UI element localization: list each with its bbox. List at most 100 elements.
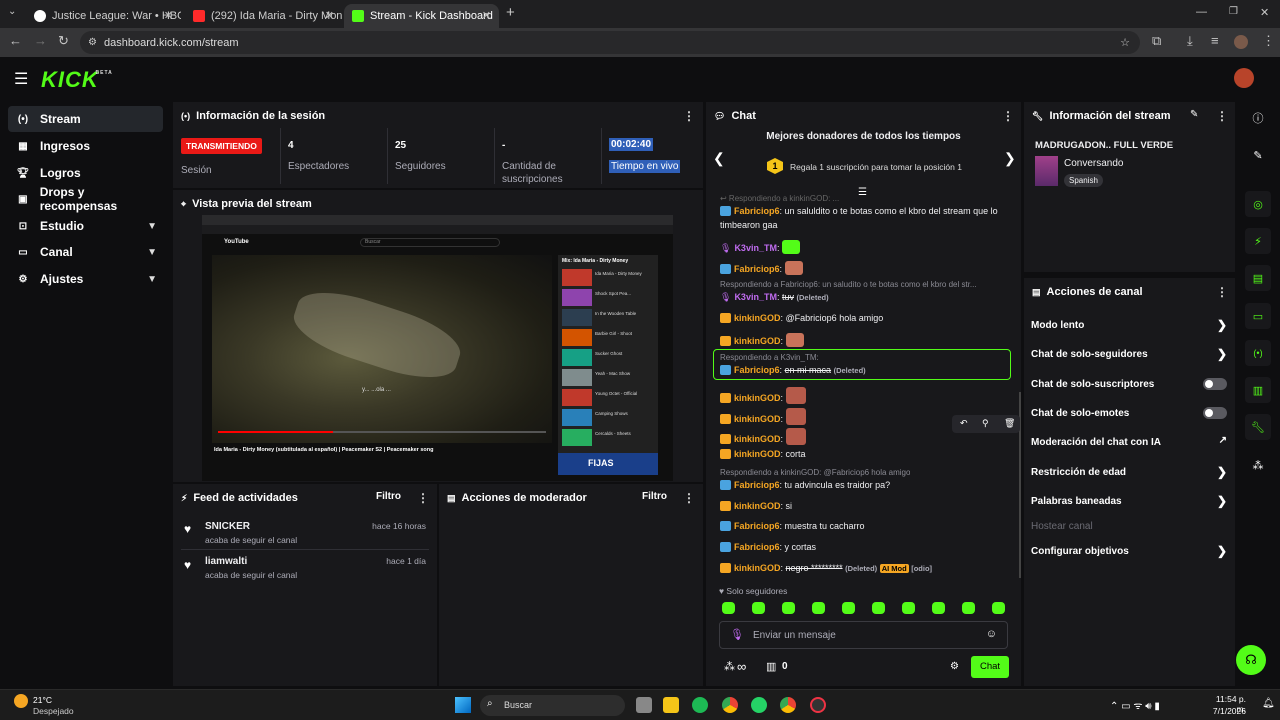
- chat-username[interactable]: Fabriciop6: [734, 365, 780, 375]
- chat-username[interactable]: kinkinGOD: [734, 563, 781, 573]
- windows-start-icon[interactable]: [455, 697, 471, 713]
- bolt-icon[interactable]: ⚡︎: [1245, 228, 1271, 254]
- kebab-menu-icon[interactable]: ⋮: [1216, 285, 1228, 299]
- task-view-icon[interactable]: [636, 697, 652, 713]
- system-tray-icons[interactable]: ⌃ ▭ ᯤ 🔊︎ ▮: [1110, 698, 1160, 712]
- emote-shortcut[interactable]: [992, 602, 1005, 614]
- chat-username[interactable]: Fabriciop6: [734, 542, 780, 552]
- yt-list-item[interactable]: Ida Maria - Dirty Money: [562, 269, 654, 286]
- user-avatar[interactable]: [1234, 68, 1254, 88]
- action-slow-mode[interactable]: Modo lento ❯: [1031, 318, 1227, 332]
- layout-icon[interactable]: ▥: [1245, 377, 1271, 403]
- app-icon[interactable]: [810, 697, 826, 713]
- wrench-icon[interactable]: 🔧︎: [1245, 414, 1271, 440]
- send-chat-button[interactable]: Chat: [971, 656, 1009, 678]
- yt-list-item[interactable]: Shock Spot Pea...: [562, 289, 654, 306]
- chrome-icon[interactable]: [722, 697, 738, 713]
- chevron-right-icon[interactable]: ❯: [1004, 150, 1016, 167]
- sidebar-item-estudio[interactable]: ⊡ Estudio ▼: [8, 213, 163, 239]
- minimize-icon[interactable]: —: [1196, 6, 1207, 18]
- yt-list-item[interactable]: Barbie Girl - Shoot: [562, 329, 654, 346]
- edit-pencil-icon[interactable]: ✎: [1190, 109, 1198, 120]
- camera-icon[interactable]: ◎: [1245, 191, 1271, 217]
- tab-search-icon[interactable]: ⌄: [8, 6, 16, 17]
- chat-username[interactable]: Fabriciop6: [734, 521, 780, 531]
- browser-tab-youtube[interactable]: (292) Ida Maria - Dirty Money ( ✕: [185, 4, 342, 28]
- maximize-icon[interactable]: ❐: [1229, 6, 1238, 17]
- chat-username[interactable]: K3vin_TM: [734, 243, 777, 253]
- stream-video[interactable]: YouTube Buscar y... ...ola ... Ida Maria…: [202, 215, 673, 481]
- kebab-menu-icon[interactable]: ⋮: [683, 491, 695, 505]
- yt-list-item[interactable]: Young Octet - Official: [562, 389, 654, 406]
- document-icon[interactable]: ▤: [1245, 265, 1271, 291]
- address-bar[interactable]: ⚙ dashboard.kick.com/stream ☆: [80, 31, 1140, 54]
- pinned-menu-icon[interactable]: ☰: [858, 187, 867, 198]
- chat-username[interactable]: kinkinGOD: [734, 414, 781, 424]
- hamburger-menu-icon[interactable]: ☰: [14, 69, 28, 89]
- emote-shortcut[interactable]: [962, 602, 975, 614]
- chat-settings-icon[interactable]: ⚙: [950, 661, 959, 672]
- chat-icon[interactable]: ▭: [1245, 303, 1271, 329]
- emote-shortcut[interactable]: [842, 602, 855, 614]
- yt-list-item[interactable]: In the Wooden Table: [562, 309, 654, 326]
- feed-user[interactable]: liamwalti: [205, 556, 247, 567]
- sidebar-item-ingresos[interactable]: ▦ Ingresos: [8, 133, 163, 159]
- emote-shortcut[interactable]: [782, 602, 795, 614]
- kick-logo[interactable]: KICK BETA: [41, 67, 112, 93]
- sidebar-item-drops[interactable]: ▣ Drops y recompensas: [8, 185, 163, 213]
- action-banned-words[interactable]: Palabras baneadas ❯: [1031, 494, 1227, 508]
- points-icon[interactable]: ⁂: [1245, 452, 1271, 478]
- back-icon[interactable]: ←: [9, 33, 22, 48]
- chat-username[interactable]: K3vin_TM: [734, 292, 777, 302]
- download-icon[interactable]: ⤓: [1187, 33, 1193, 49]
- sidebar-item-ajustes[interactable]: ⚙ Ajustes ▼: [8, 266, 163, 292]
- points-icon[interactable]: ⁂: [724, 660, 735, 673]
- chat-username[interactable]: Fabriciop6: [734, 480, 780, 490]
- weather-temp[interactable]: 21°C: [33, 695, 52, 705]
- whatsapp-icon[interactable]: [751, 697, 767, 713]
- pin-icon[interactable]: ⚲: [982, 418, 989, 429]
- emotes-only-toggle[interactable]: [1203, 407, 1227, 419]
- reload-icon[interactable]: ↻: [58, 33, 69, 49]
- feed-user[interactable]: SNICKER: [205, 521, 250, 532]
- yt-list-item[interactable]: Camping Shows: [562, 409, 654, 426]
- store-icon[interactable]: ▥: [766, 660, 776, 673]
- close-tab-icon[interactable]: ✕: [325, 9, 334, 22]
- sidebar-item-stream[interactable]: (•) Stream: [8, 106, 163, 132]
- sidebar-item-logros[interactable]: 🏆︎ Logros: [8, 160, 163, 186]
- yt-list-item[interactable]: Sucker Ghost: [562, 349, 654, 366]
- forward-icon[interactable]: →: [34, 33, 47, 48]
- emote-shortcut[interactable]: [752, 602, 765, 614]
- chat-username[interactable]: kinkinGOD: [734, 501, 781, 511]
- emote-shortcut[interactable]: [722, 602, 735, 614]
- browser-tab-kick[interactable]: Stream - Kick Dashboard ✕: [344, 4, 499, 28]
- chrome-active-icon[interactable]: [780, 697, 796, 713]
- chat-username[interactable]: kinkinGOD: [734, 449, 781, 459]
- chat-username[interactable]: Fabriciop6: [734, 264, 780, 274]
- kebab-menu-icon[interactable]: ⋮: [417, 491, 429, 505]
- edit-pencil-icon[interactable]: ✎: [1245, 142, 1271, 168]
- action-set-goals[interactable]: Configurar objetivos ❯: [1031, 544, 1227, 558]
- file-explorer-icon[interactable]: [663, 697, 679, 713]
- kebab-menu-icon[interactable]: ⋮: [1002, 109, 1014, 123]
- feed-filter-button[interactable]: Filtro: [376, 491, 401, 502]
- taskbar-search[interactable]: ⌕ Buscar: [480, 695, 625, 716]
- action-followers-only[interactable]: Chat de solo-seguidores ❯: [1031, 347, 1227, 361]
- reply-icon[interactable]: ↶: [960, 418, 968, 429]
- chat-input[interactable]: 🎙︎ Enviar un mensaje ☺: [719, 621, 1008, 649]
- mod-filter-button[interactable]: Filtro: [642, 491, 667, 502]
- chat-username[interactable]: Fabriciop6: [734, 206, 780, 216]
- extensions-icon[interactable]: ⧉: [1152, 33, 1161, 49]
- chat-username[interactable]: kinkinGOD: [734, 336, 781, 346]
- browser-tab-hbo[interactable]: Justice League: War • HBO Max ✕: [26, 4, 181, 28]
- broadcast-icon[interactable]: (•): [1245, 340, 1271, 366]
- profile-avatar[interactable]: [1234, 35, 1248, 49]
- info-icon[interactable]: ⓘ: [1245, 105, 1271, 131]
- action-ai-moderation[interactable]: Moderación del chat con IA ↗: [1031, 435, 1227, 448]
- close-tab-icon[interactable]: ✕: [164, 9, 173, 22]
- new-tab-button[interactable]: +: [506, 4, 515, 21]
- spotify-icon[interactable]: [692, 697, 708, 713]
- bookmark-star-icon[interactable]: ☆: [1120, 36, 1130, 49]
- support-headset-icon[interactable]: ☊: [1236, 645, 1266, 675]
- emote-shortcut[interactable]: [872, 602, 885, 614]
